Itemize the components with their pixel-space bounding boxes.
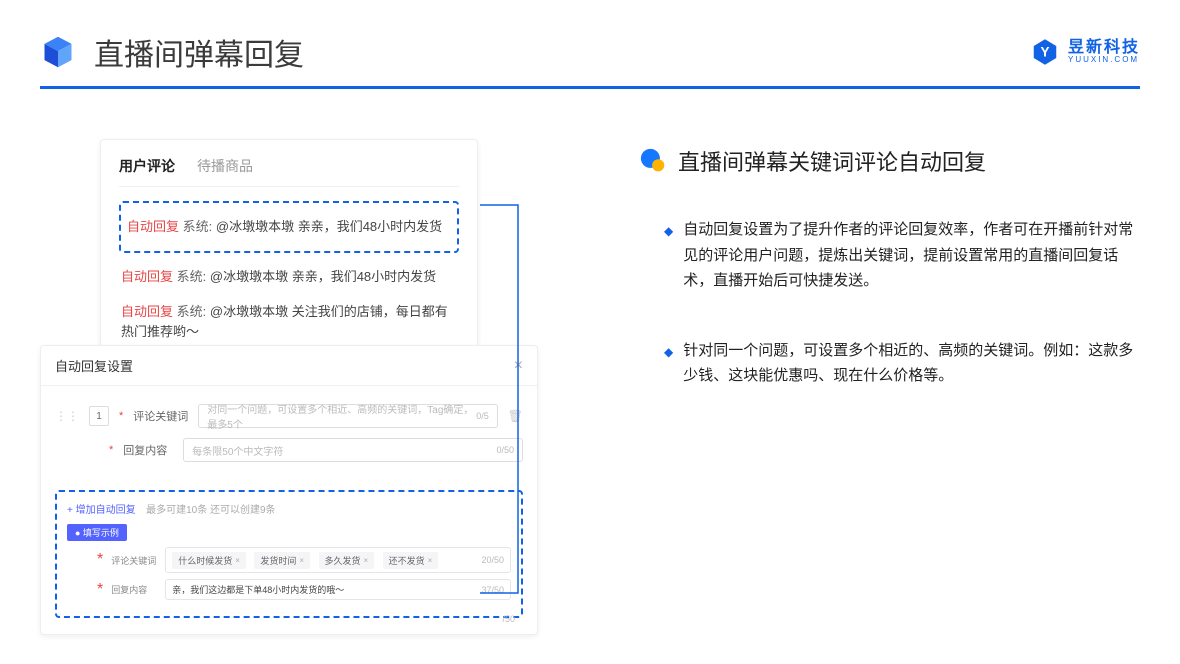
example-content-label: 回复内容 [111, 583, 157, 596]
tag-chip[interactable]: 什么时候发货× [172, 552, 246, 569]
brand-main: 昱新科技 [1068, 39, 1140, 57]
brand: Y 昱新科技 YUUXIN.COM [1030, 37, 1140, 67]
keyword-input[interactable]: 对同一个问题，可设置多个相近、高频的关键词，Tag确定，最多5个 0/5 [198, 404, 497, 428]
header-left: 直播间弹幕回复 [40, 30, 304, 74]
page-title: 直播间弹幕回复 [94, 30, 304, 74]
tag-chip[interactable]: 多久发货× [319, 552, 375, 569]
comment-row: 自动回复 系统: @冰墩墩本墩 关注我们的店铺，每日都有热门推荐哟～ [119, 294, 459, 349]
example-keyword-label: 评论关键词 [111, 554, 157, 567]
bullet-item: ◆ 自动回复设置为了提升作者的评论回复效率，作者可在开播前针对常见的评论用户问题… [640, 217, 1140, 294]
cube-icon [40, 34, 76, 70]
required-dot: * [119, 410, 123, 422]
add-hint: 最多可建10条 还可以创建9条 [146, 505, 275, 516]
comment-text: @冰墩墩本墩 亲亲，我们48小时内发货 [210, 269, 436, 284]
auto-reply-tag: 自动回复 [127, 219, 179, 234]
content-row: * 回复内容 每条限50个中文字符 0/50 [55, 438, 523, 462]
diamond-icon: ◆ [664, 342, 673, 389]
right-column: 直播间弹幕关键词评论自动回复 ◆ 自动回复设置为了提升作者的评论回复效率，作者可… [640, 139, 1140, 433]
left-column: 用户评论 待播商品 自动回复 系统: @冰墩墩本墩 亲亲，我们48小时内发货 自… [40, 139, 580, 433]
drag-handle-icon[interactable]: ⋮⋮ [55, 409, 79, 423]
example-keyword-row: * 评论关键词 什么时候发货× 发货时间× 多久发货× 还不发货× 20/50 [67, 547, 511, 573]
system-label: 系统: [177, 304, 207, 319]
tag-chip[interactable]: 还不发货× [383, 552, 439, 569]
brand-text: 昱新科技 YUUXIN.COM [1068, 39, 1140, 65]
content-placeholder: 每条限50个中文字符 [192, 443, 283, 458]
bullet-item: ◆ 针对同一个问题，可设置多个相近的、高频的关键词。例如：这款多少钱、这块能优惠… [640, 338, 1140, 389]
chat-bubble-icon [640, 148, 666, 174]
tag-list: 什么时候发货× 发货时间× 多久发货× 还不发货× [172, 551, 442, 569]
tab-pending-goods[interactable]: 待播商品 [197, 156, 253, 176]
example-content-input[interactable]: 亲，我们这边都是下单48小时内发货的哦～ 37/50 [165, 579, 511, 600]
tab-user-comments[interactable]: 用户评论 [119, 156, 175, 176]
svg-text:Y: Y [1040, 45, 1049, 60]
tag-chip[interactable]: 发货时间× [254, 552, 310, 569]
settings-header: 自动回复设置 × [41, 346, 537, 386]
auto-reply-tag: 自动回复 [121, 269, 173, 284]
settings-body: ⋮⋮ 1 * 评论关键词 对同一个问题，可设置多个相近、高频的关键词，Tag确定… [41, 386, 537, 476]
add-row: + 增加自动回复 最多可建10条 还可以创建9条 [67, 500, 511, 518]
bullet-text: 针对同一个问题，可设置多个相近的、高频的关键词。例如：这款多少钱、这块能优惠吗、… [683, 338, 1140, 389]
example-content-counter: 37/50 [481, 585, 504, 595]
add-auto-reply-link[interactable]: + 增加自动回复 [67, 505, 136, 516]
example-badge: ● 填写示例 [67, 524, 127, 541]
example-keyword-input[interactable]: 什么时候发货× 发货时间× 多久发货× 还不发货× 20/50 [165, 547, 511, 573]
comment-row: 自动回复 系统: @冰墩墩本墩 亲亲，我们48小时内发货 [119, 259, 459, 295]
auto-reply-tag: 自动回复 [121, 304, 173, 319]
trash-icon[interactable]: 🗑 [508, 409, 523, 423]
index-box: 1 [89, 406, 109, 426]
page-header: 直播间弹幕回复 Y 昱新科技 YUUXIN.COM [0, 0, 1180, 86]
bullet-text: 自动回复设置为了提升作者的评论回复效率，作者可在开播前针对常见的评论用户问题，提… [683, 217, 1140, 294]
system-label: 系统: [177, 269, 207, 284]
example-content-value: 亲，我们这边都是下单48小时内发货的哦～ [172, 583, 344, 596]
required-dot: * [97, 581, 103, 599]
system-label: 系统: [183, 219, 213, 234]
highlighted-comment: 自动回复 系统: @冰墩墩本墩 亲亲，我们48小时内发货 [119, 201, 459, 253]
tabs: 用户评论 待播商品 [119, 156, 459, 187]
keyword-placeholder: 对同一个问题，可设置多个相近、高频的关键词，Tag确定，最多5个 [207, 401, 476, 431]
section-title: 直播间弹幕关键词评论自动回复 [678, 145, 986, 177]
close-icon[interactable]: × [514, 357, 523, 375]
keyword-counter: 0/5 [476, 411, 489, 421]
section-title-row: 直播间弹幕关键词评论自动回复 [640, 145, 1140, 177]
settings-title: 自动回复设置 [55, 356, 133, 375]
overflow-counter: /50 [502, 614, 515, 624]
required-dot: * [97, 551, 103, 569]
settings-card: 自动回复设置 × ⋮⋮ 1 * 评论关键词 对同一个问题，可设置多个相近、高频的… [40, 345, 538, 635]
content-label: 回复内容 [123, 442, 173, 458]
example-box: + 增加自动回复 最多可建10条 还可以创建9条 ● 填写示例 * 评论关键词 … [55, 490, 523, 618]
diamond-icon: ◆ [664, 221, 673, 294]
required-dot: * [109, 444, 113, 456]
content: 用户评论 待播商品 自动回复 系统: @冰墩墩本墩 亲亲，我们48小时内发货 自… [0, 89, 1180, 433]
brand-sub: YUUXIN.COM [1068, 56, 1140, 65]
content-input[interactable]: 每条限50个中文字符 0/50 [183, 438, 523, 462]
brand-logo-icon: Y [1030, 37, 1060, 67]
example-keyword-counter: 20/50 [481, 555, 504, 565]
keyword-label: 评论关键词 [133, 408, 188, 424]
content-counter: 0/50 [496, 445, 514, 455]
comment-row: 自动回复 系统: @冰墩墩本墩 亲亲，我们48小时内发货 [125, 209, 453, 245]
comment-text: @冰墩墩本墩 亲亲，我们48小时内发货 [216, 219, 442, 234]
example-content-row: * 回复内容 亲，我们这边都是下单48小时内发货的哦～ 37/50 [67, 579, 511, 600]
keyword-row: ⋮⋮ 1 * 评论关键词 对同一个问题，可设置多个相近、高频的关键词，Tag确定… [55, 404, 523, 428]
